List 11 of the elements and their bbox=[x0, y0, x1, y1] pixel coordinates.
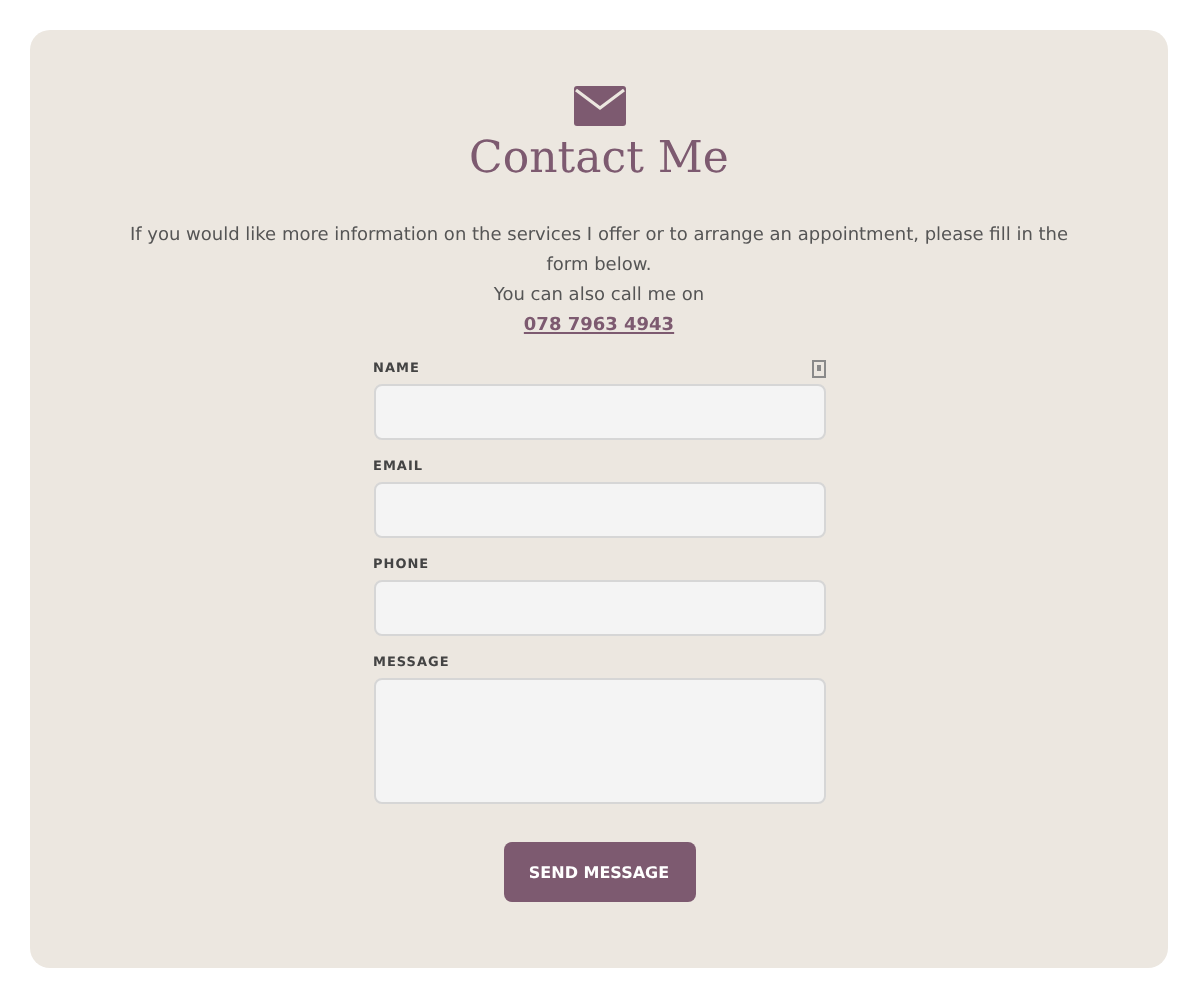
phone-link[interactable]: 078 7963 4943 bbox=[523, 312, 675, 342]
contact-card-icon[interactable] bbox=[811, 359, 825, 377]
page-title: Contact Me bbox=[469, 132, 729, 188]
input-field[interactable] bbox=[373, 580, 825, 636]
message-field[interactable] bbox=[373, 678, 825, 804]
send-button[interactable]: SEND MESSAGE bbox=[503, 842, 695, 902]
envelope-icon bbox=[573, 86, 625, 126]
input-field[interactable] bbox=[373, 482, 825, 538]
input-field[interactable] bbox=[373, 384, 825, 440]
call-text: You can also call me on bbox=[493, 284, 705, 310]
intro-text: If you would like more information on the services I offer or to arrange an appointment, please fill in the form below. bbox=[129, 224, 1069, 280]
